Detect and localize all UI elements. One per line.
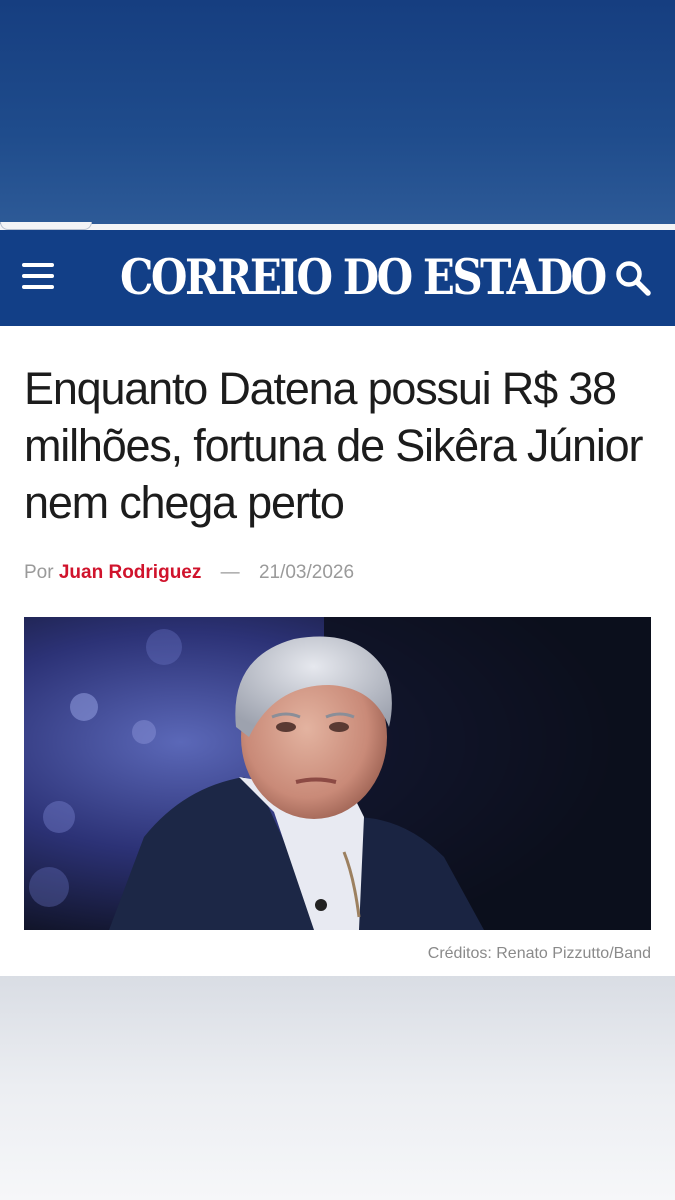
publish-date: 21/03/2026 [258,562,355,583]
site-logo[interactable]: CORREIO DO ESTADO [120,241,607,315]
author-link[interactable]: Juan Rodriguez [59,562,202,583]
search-icon[interactable] [613,258,653,298]
top-banner-area [0,0,675,224]
hamburger-menu-icon[interactable] [22,263,56,291]
bottom-blank-area [0,976,675,1200]
article-byline: Por Juan Rodriguez — 21/03/2026 [24,562,354,586]
article-content: Enquanto Datena possui R$ 38 milhões, fo… [0,326,675,976]
article-title: Enquanto Datena possui R$ 38 milhões, fo… [24,363,643,528]
pull-tab [0,222,92,230]
image-caption: Créditos: Renato Pizzutto/Band [427,945,651,962]
portrait-photo-illustration [24,617,651,930]
byline-prefix: Por [24,562,54,583]
site-header: CORREIO DO ESTADO [0,230,675,326]
byline-separator: — [220,562,240,583]
article-image [24,617,651,930]
